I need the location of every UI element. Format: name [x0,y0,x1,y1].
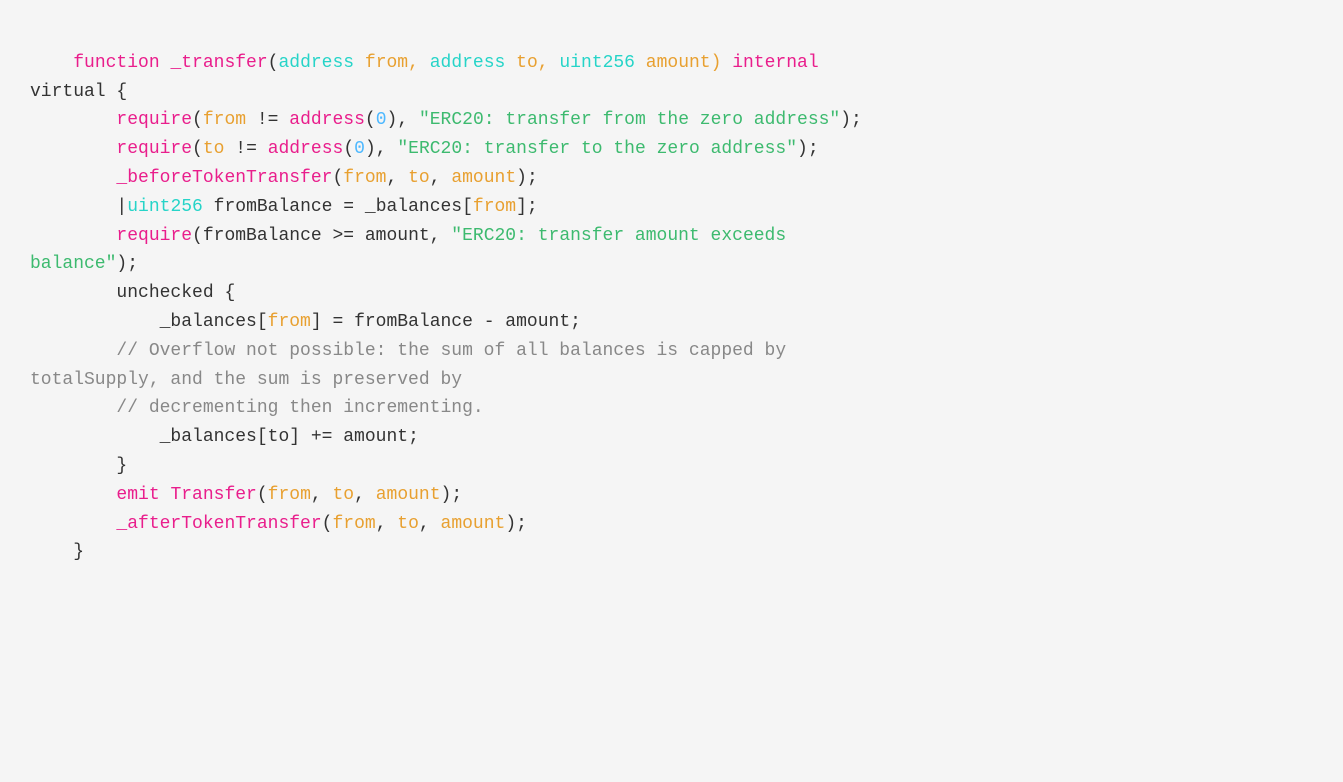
code-token: emit [116,485,170,505]
code-token: ( [332,168,343,188]
code-token: uint256 [559,53,635,73]
code-line: _balances[from] = fromBalance - amount; [30,308,1313,337]
code-token: // decrementing then incrementing. [116,398,483,418]
code-token: ( [343,139,354,159]
code-token: , [376,514,398,534]
code-line: balance"); [30,250,1313,279]
code-line: virtual { [30,78,1313,107]
code-token: uint256 [127,197,203,217]
code-token: ( [365,110,376,130]
code-token: ( [192,139,203,159]
code-token: function [73,53,170,73]
code-token: "ERC20: transfer to the zero address" [397,139,797,159]
code-token: ( [257,485,268,505]
code-token: require [116,226,192,246]
code-line: unchecked { [30,279,1313,308]
code-token: , [354,485,376,505]
code-token: to [203,139,225,159]
code-token: ); [441,485,463,505]
code-token: address [268,139,344,159]
code-token: to [408,168,430,188]
code-token: // Overflow not possible: the sum of all… [116,341,786,361]
code-token: address [430,53,506,73]
code-token: to [333,485,355,505]
code-line: require(fromBalance >= amount, "ERC20: t… [30,222,1313,251]
code-line: _balances[to] += amount; [30,423,1313,452]
code-token: ); [505,514,527,534]
code-token: amount [441,514,506,534]
code-token: to, [505,53,559,73]
code-token: , [311,485,333,505]
code-token: from [203,110,246,130]
code-token: from [268,485,311,505]
code-token: 0 [354,139,365,159]
code-token: ); [840,110,862,130]
code-token: _balances[ [160,312,268,332]
code-token: _afterTokenTransfer [116,514,321,534]
code-token: _balances[to] += amount; [160,427,419,447]
code-token: "ERC20: transfer amount exceeds [451,226,786,246]
code-line: |uint256 fromBalance = _balances[from]; [30,193,1313,222]
code-token: ( [268,53,279,73]
code-token: to [397,514,419,534]
code-token: require [116,110,192,130]
code-token: ( [322,514,333,534]
code-token: from, [354,53,430,73]
code-token: , [419,514,441,534]
code-token: address [289,110,365,130]
code-line: } [30,452,1313,481]
code-token: require [116,139,192,159]
code-line: } [30,538,1313,567]
code-token: != [224,139,267,159]
code-token: address [278,53,354,73]
code-token: (fromBalance >= amount, [192,226,451,246]
code-token: Transfer [170,485,256,505]
code-token: from [343,168,386,188]
code-line: emit Transfer(from, to, amount); [30,481,1313,510]
code-token: ); [116,254,138,274]
code-token: amount [376,485,441,505]
code-token: , [387,168,409,188]
code-token: virtual { [30,82,127,102]
code-token: amount) [635,53,732,73]
code-token: internal [732,53,818,73]
code-token: "ERC20: transfer from the zero address" [419,110,840,130]
code-line: // Overflow not possible: the sum of all… [30,337,1313,366]
code-token: from [473,197,516,217]
code-token: ] = fromBalance - amount; [311,312,581,332]
code-token: , [430,168,452,188]
code-token: ]; [516,197,538,217]
code-token: } [116,456,127,476]
code-token: _beforeTokenTransfer [116,168,332,188]
code-token: amount [451,168,516,188]
code-token: from [268,312,311,332]
code-token: 0 [376,110,387,130]
code-token: _transfer [170,53,267,73]
code-token: ), [365,139,397,159]
code-token: totalSupply, and the sum is preserved by [30,370,462,390]
code-line: require(from != address(0), "ERC20: tran… [30,106,1313,135]
code-token: ); [797,139,819,159]
code-line: _beforeTokenTransfer(from, to, amount); [30,164,1313,193]
code-block: function _transfer(address from, address… [30,20,1313,567]
code-token: ( [192,110,203,130]
code-token: from [332,514,375,534]
code-line: _afterTokenTransfer(from, to, amount); [30,510,1313,539]
code-line: require(to != address(0), "ERC20: transf… [30,135,1313,164]
code-token: ); [516,168,538,188]
code-line: function _transfer(address from, address… [30,49,1313,78]
code-token: != [246,110,289,130]
code-token: fromBalance = _balances[ [203,197,473,217]
code-token: } [73,542,84,562]
code-token: | [116,197,127,217]
code-line: totalSupply, and the sum is preserved by [30,366,1313,395]
code-token: ), [387,110,419,130]
code-line: // decrementing then incrementing. [30,394,1313,423]
code-token: balance" [30,254,116,274]
code-token: unchecked { [116,283,235,303]
